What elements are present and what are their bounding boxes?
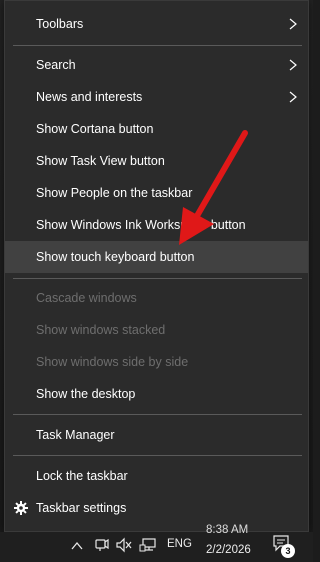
speaker-muted-icon[interactable] xyxy=(115,537,133,553)
menu-item-search[interactable]: Search xyxy=(5,49,308,81)
menu-item-show-the-desktop[interactable]: Show the desktop xyxy=(5,378,308,410)
menu-item-label: Cascade windows xyxy=(36,291,137,305)
gear-icon xyxy=(14,501,28,515)
notification-count-badge: 3 xyxy=(281,544,295,558)
menu-item-toolbars[interactable]: Toolbars xyxy=(5,8,308,40)
menu-separator xyxy=(13,414,302,415)
menu-item-label: Toolbars xyxy=(36,17,84,31)
menu-item-label: News and interests xyxy=(36,90,143,104)
chevron-right-icon xyxy=(289,59,297,71)
menu-item-label: Show the desktop xyxy=(36,387,136,401)
clock-time[interactable]: 8:38 AM xyxy=(206,524,248,536)
menu-item-label: Show People on the taskbar xyxy=(36,186,193,200)
menu-item-task-manager[interactable]: Task Manager xyxy=(5,419,308,451)
menu-item-cascade-windows: Cascade windows xyxy=(5,282,308,314)
menu-item-news-and-interests[interactable]: News and interests xyxy=(5,81,308,113)
menu-item-show-touch-keyboard-button[interactable]: Show touch keyboard button xyxy=(5,241,308,273)
network-icon[interactable] xyxy=(139,537,157,553)
clock-date[interactable]: 2/2/2026 xyxy=(206,544,251,556)
menu-item-label: Show windows side by side xyxy=(36,355,189,369)
meet-now-icon[interactable] xyxy=(94,537,110,553)
chevron-up-icon[interactable] xyxy=(70,540,84,552)
menu-item-label: Show windows stacked xyxy=(36,323,166,337)
menu-item-label: Search xyxy=(36,58,76,72)
menu-item-show-task-view-button[interactable]: Show Task View button xyxy=(5,145,308,177)
chevron-right-icon xyxy=(289,18,297,30)
taskbar-context-menu: Toolbars Search News and interests Show … xyxy=(4,0,309,532)
menu-item-show-windows-stacked: Show windows stacked xyxy=(5,314,308,346)
menu-item-show-cortana-button[interactable]: Show Cortana button xyxy=(5,113,308,145)
menu-item-label: Show Windows Ink Workspace button xyxy=(36,218,246,232)
language-indicator[interactable]: ENG xyxy=(167,538,192,550)
menu-separator xyxy=(13,278,302,279)
taskbar-system-tray: ENG 8:38 AM 2/2/2026 3 xyxy=(0,524,313,562)
menu-item-label: Show Cortana button xyxy=(36,122,154,136)
menu-item-label: Taskbar settings xyxy=(36,501,127,515)
screenshot-stage: Toolbars Search News and interests Show … xyxy=(0,0,313,562)
menu-item-label: Lock the taskbar xyxy=(36,469,128,483)
menu-item-show-windows-side-by-side: Show windows side by side xyxy=(5,346,308,378)
menu-item-label: Show touch keyboard button xyxy=(36,250,195,264)
menu-item-label: Show Task View button xyxy=(36,154,165,168)
menu-item-lock-the-taskbar[interactable]: Lock the taskbar xyxy=(5,460,308,492)
chevron-right-icon xyxy=(289,91,297,103)
menu-item-show-people[interactable]: Show People on the taskbar xyxy=(5,177,308,209)
menu-item-show-windows-ink-workspace[interactable]: Show Windows Ink Workspace button xyxy=(5,209,308,241)
menu-item-taskbar-settings[interactable]: Taskbar settings xyxy=(5,492,308,524)
menu-item-label: Task Manager xyxy=(36,428,115,442)
menu-separator xyxy=(13,455,302,456)
menu-separator xyxy=(13,45,302,46)
